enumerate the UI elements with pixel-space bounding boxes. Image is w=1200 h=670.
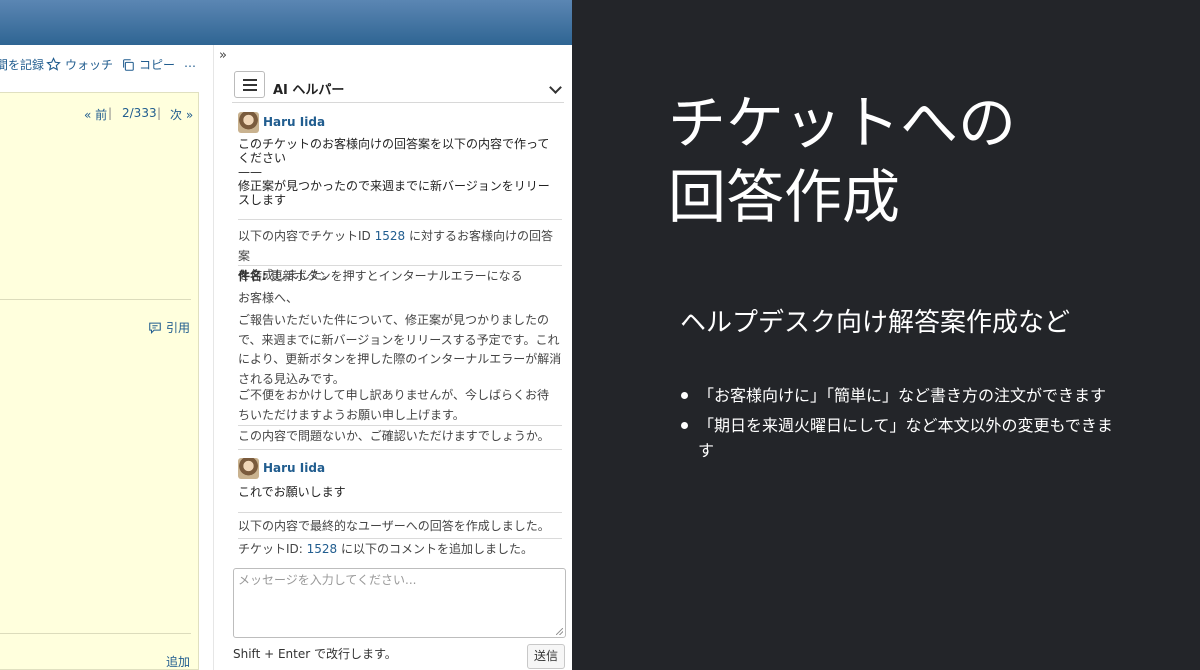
reply-line: により、更新ボタンを押した際のインターナルエラーが解消 [238, 352, 562, 366]
user-name: Haru Iida [263, 115, 326, 129]
intro-text: 以下の内容でチケットID [238, 229, 375, 243]
divider [238, 449, 562, 450]
ticket-id-link[interactable]: 1528 [375, 229, 406, 243]
message-line: このチケットのお客様向けの回答案を以下の内容で作って [238, 137, 550, 151]
send-button[interactable]: 送信 [527, 644, 565, 669]
divider [238, 512, 562, 513]
divider [238, 538, 562, 539]
message-line: ください [238, 151, 287, 165]
divider [238, 219, 562, 220]
reply-line: ちいただけますようお願い申し上げます。 [238, 407, 465, 422]
panel-divider [213, 45, 214, 670]
user-message-text: このチケットのお客様向けの回答案を以下の内容で作って ください —— 修正案が見… [238, 137, 562, 207]
chevron-down-icon[interactable] [549, 81, 562, 94]
more-actions-button[interactable]: … [184, 56, 196, 70]
divider [0, 633, 191, 634]
user-name: Haru Iida [263, 461, 326, 475]
nav-sep: | [157, 106, 162, 120]
newline-hint: Shift + Enter で改行します。 [233, 647, 397, 661]
copy-label: コピー [139, 58, 176, 72]
comment-text: に以下のコメントを追加しました。 [337, 542, 534, 556]
ai-helper-panel: AI ヘルパー Haru Iida このチケットのお客様向けの回答案を以下の内容… [232, 66, 567, 670]
reply-confirm: この内容で問題ないか、ご確認いただけますでしょうか。 [238, 429, 550, 443]
divider [0, 299, 191, 300]
ai-panel-header: AI ヘルパー [232, 69, 564, 103]
reply-greeting: お客様へ、 [238, 291, 299, 305]
hamburger-menu-button[interactable] [234, 71, 265, 98]
slide-bullets: 「お客様向けに」「簡単に」など書き方の注文ができます 「期日を来週火曜日にして」… [678, 383, 1128, 468]
watch-label: ウォッチ [65, 58, 114, 72]
reply-line: で、来週までに新バージョンをリリースする予定です。これ [238, 332, 560, 347]
subject-label: 件名: [238, 269, 267, 283]
message-input[interactable]: メッセージを入力してください... [233, 568, 566, 638]
quote-label: 引用 [165, 321, 190, 335]
nav-sep: | [108, 106, 113, 120]
record-time-label: 間を記録 [0, 58, 45, 72]
reply-apology: ご不便をおかけして申し訳ありませんが、今しばらくお待 ちいただけますようお願い申… [238, 386, 564, 425]
slide-title: チケットへの 回答作成 [668, 86, 1188, 234]
app-header-bar [0, 0, 572, 45]
divider [238, 425, 562, 426]
avatar [238, 457, 259, 479]
final-answer-text: 以下の内容で最終的なユーザーへの回答を作成しました。 [238, 519, 550, 533]
slide-title-line: 回答作成 [668, 163, 901, 231]
add-link[interactable]: 追加 [166, 653, 190, 670]
next-ticket-link[interactable]: 次 » [170, 106, 193, 123]
reply-line: ご報告いただいた件について、修正案が見つかりましたの [238, 313, 550, 327]
prev-ticket-link[interactable]: « 前 [84, 106, 107, 123]
copy-icon [123, 58, 134, 71]
record-time-link[interactable]: 間を記録 [0, 56, 44, 73]
message-line: 修正案が見つかったので来週までに新バージョンをリリー [238, 179, 550, 193]
quote-link[interactable]: 引用 [148, 319, 190, 336]
comment-text: チケットID: [238, 542, 307, 556]
expand-icon[interactable]: » [219, 48, 227, 63]
message-line: —— [238, 165, 262, 179]
more-icon: … [184, 56, 196, 70]
slide-title-line: チケットへの [668, 89, 1017, 157]
user-message: Haru Iida これでお願いします [238, 457, 562, 499]
message-line: スします [238, 193, 287, 207]
reply-subject: 件名: 更新ボタンを押すとインターナルエラーになる [238, 267, 564, 287]
subject-text: 更新ボタンを押すとインターナルエラーになる [266, 269, 523, 283]
avatar [238, 111, 259, 133]
user-message-text: これでお願いします [238, 485, 346, 499]
comment-added-text: チケットID: 1528 に以下のコメントを追加しました。 [238, 540, 564, 560]
copy-link[interactable]: コピー [121, 56, 175, 73]
app-screenshot: 間を記録 ウォッチ コピー … « 前 | 2/333 | 次 » 引用 追加 … [0, 0, 572, 670]
ai-panel-title: AI ヘルパー [273, 83, 345, 98]
watch-link[interactable]: ウォッチ [46, 56, 113, 73]
user-message: Haru Iida このチケットのお客様向けの回答案を以下の内容で作って くださ… [238, 111, 562, 207]
message-placeholder: メッセージを入力してください... [238, 573, 417, 587]
quote-icon [149, 322, 161, 334]
star-icon [46, 57, 61, 71]
ticket-position[interactable]: 2/333 [122, 106, 157, 120]
ticket-body: « 前 | 2/333 | 次 » 引用 追加 [0, 92, 199, 670]
divider [238, 265, 562, 266]
reply-line: ご不便をおかけして申し訳ありませんが、今しばらくお待 [238, 388, 550, 402]
slide-subtitle: ヘルプデスク向け解答案作成など [680, 308, 1071, 338]
bullet-item: 「お客様向けに」「簡単に」など書き方の注文ができます [678, 383, 1128, 408]
reply-body: ご報告いただいた件について、修正案が見つかりましたの で、来週までに新バージョン… [238, 311, 564, 389]
bullet-item: 「期日を来週火曜日にして」など本文以外の変更もできます [678, 413, 1128, 463]
ticket-id-link[interactable]: 1528 [307, 542, 338, 556]
resize-handle-icon[interactable] [556, 628, 563, 635]
